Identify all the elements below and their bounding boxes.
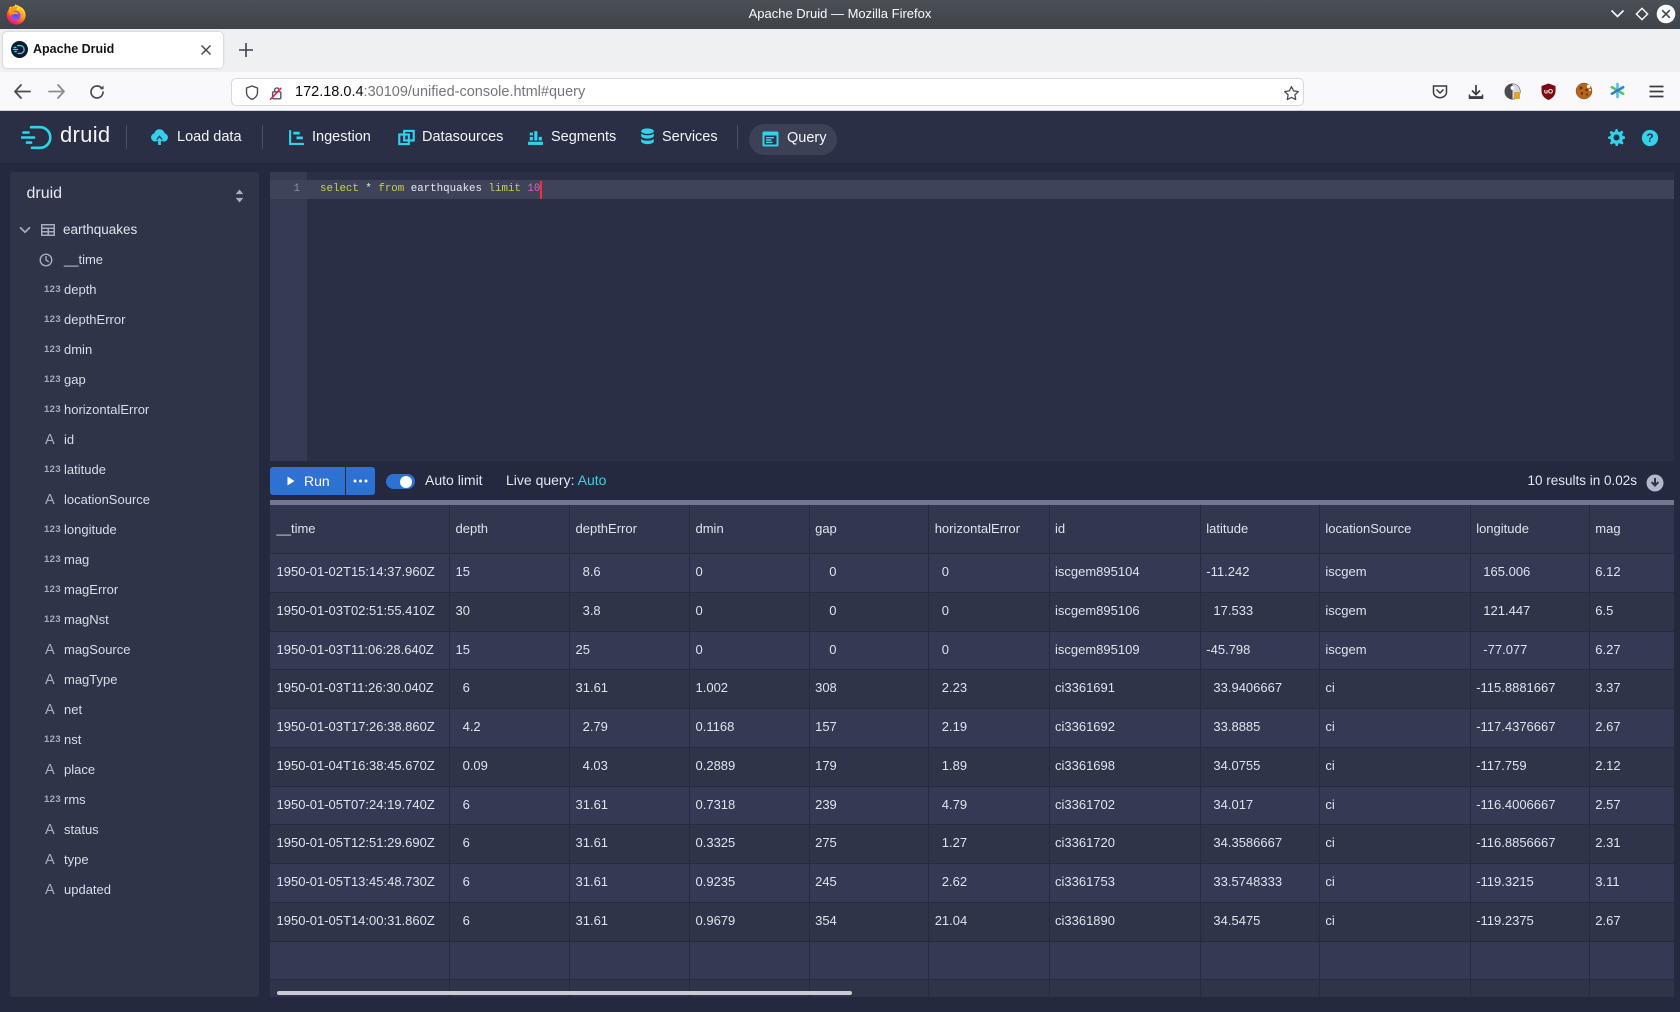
svg-text:?: ? (1646, 131, 1653, 145)
svg-text:uO: uO (1544, 89, 1553, 96)
